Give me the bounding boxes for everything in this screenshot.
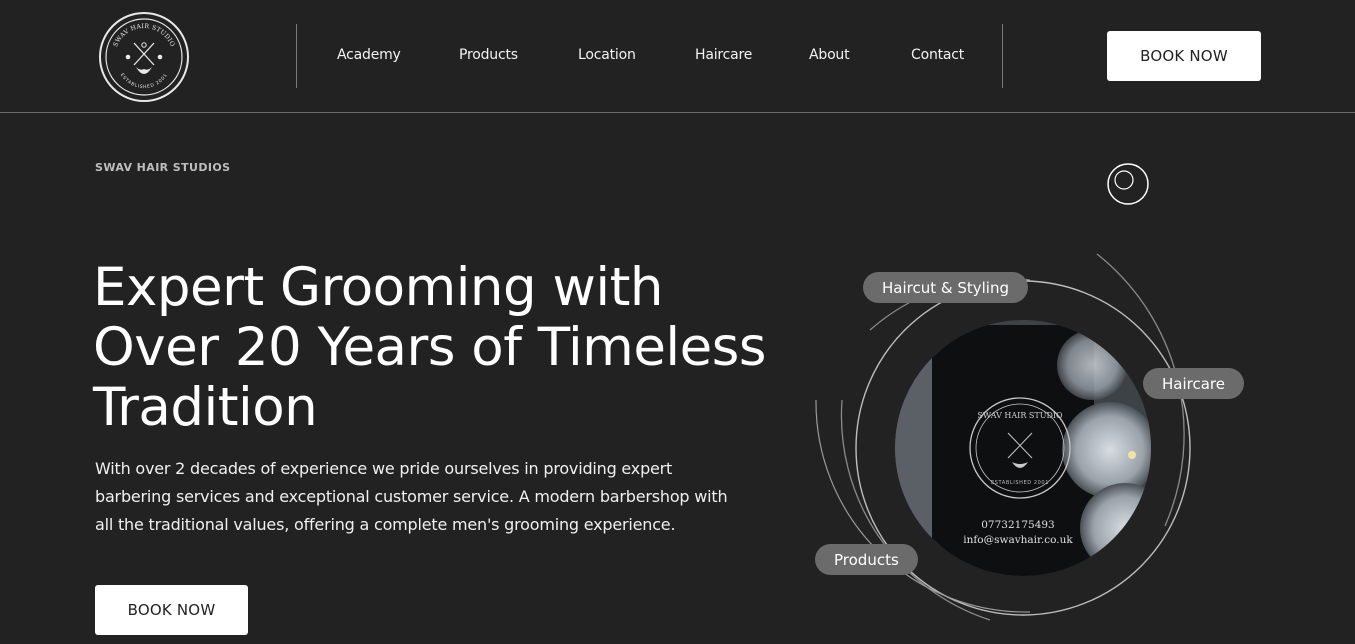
hero-eyebrow: SWAV HAIR STUDIOS xyxy=(95,161,231,174)
pill-haircare[interactable]: Haircare xyxy=(1143,368,1244,399)
nav-divider-left xyxy=(296,24,297,88)
barbershop-photo xyxy=(895,320,1151,576)
nav-about[interactable]: About xyxy=(809,47,850,63)
photo-sign-established: ESTABLISHED 2001 xyxy=(991,480,1049,486)
nav-location[interactable]: Location xyxy=(578,47,636,63)
nav-contact[interactable]: Contact xyxy=(911,47,964,63)
pill-products[interactable]: Products xyxy=(815,544,918,575)
pill-haircut-styling[interactable]: Haircut & Styling xyxy=(863,272,1028,303)
photo-sign-name: SWAV HAIR STUDIO xyxy=(977,411,1063,420)
header-book-now-button[interactable]: BOOK NOW xyxy=(1107,31,1261,81)
hero-title: Expert Grooming with Over 20 Years of Ti… xyxy=(93,257,766,438)
nav-haircare[interactable]: Haircare xyxy=(695,47,752,63)
hero-description: With over 2 decades of experience we pri… xyxy=(95,459,728,534)
site-header: SWAV HAIR STUDIO ESTABLISHED 2001 Academ… xyxy=(0,0,1355,113)
svg-text:ESTABLISHED 2001: ESTABLISHED 2001 xyxy=(119,72,169,90)
photo-sign-phone: 07732175493 xyxy=(981,519,1055,531)
logo-bottom-text: ESTABLISHED 2001 xyxy=(119,72,168,90)
photo-sign-email: info@swavhair.co.uk xyxy=(963,534,1073,546)
hero-book-now-button[interactable]: BOOK NOW xyxy=(95,585,248,635)
logo-icon[interactable]: SWAV HAIR STUDIO ESTABLISHED 2001 xyxy=(98,11,190,103)
nav-academy[interactable]: Academy xyxy=(337,47,401,63)
nav-products[interactable]: Products xyxy=(459,47,518,63)
nav-divider-right xyxy=(1002,24,1003,88)
